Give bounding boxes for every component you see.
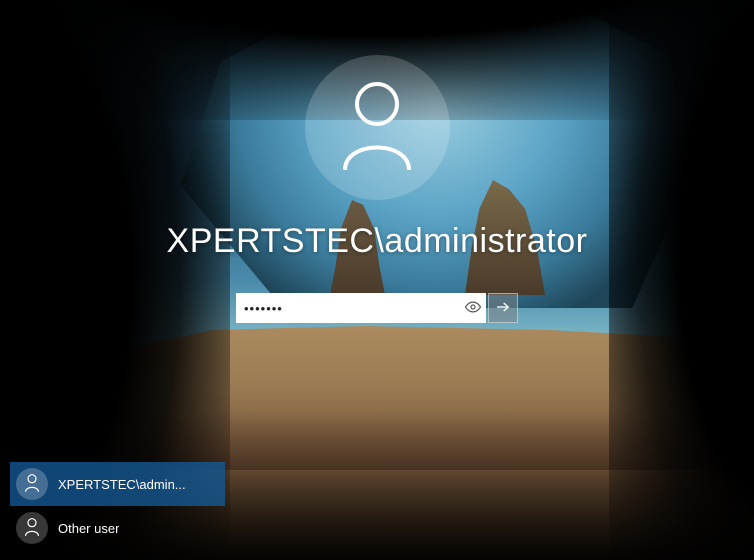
arrow-right-icon [495, 300, 511, 317]
user-list-item-other[interactable]: Other user [10, 506, 225, 550]
reveal-password-button[interactable] [458, 293, 486, 323]
current-username: XPERTSTEC\administrator [167, 222, 588, 261]
user-avatar-small [16, 468, 48, 500]
user-icon [24, 473, 40, 496]
user-avatar-small [16, 512, 48, 544]
user-list-item-selected[interactable]: XPERTSTEC\admin... [10, 462, 225, 506]
user-list-item-label: XPERTSTEC\admin... [58, 477, 186, 492]
user-icon [24, 517, 40, 540]
user-icon [337, 78, 417, 178]
eye-icon [464, 298, 482, 319]
login-screen: XPERTSTEC\administrator [0, 0, 754, 560]
submit-button[interactable] [488, 293, 518, 323]
login-panel: XPERTSTEC\administrator [0, 55, 754, 323]
user-list-item-label: Other user [58, 521, 119, 536]
user-list: XPERTSTEC\admin... Other user [10, 462, 225, 550]
password-row [236, 293, 518, 323]
user-avatar-large [305, 55, 450, 200]
password-input[interactable] [236, 293, 458, 323]
